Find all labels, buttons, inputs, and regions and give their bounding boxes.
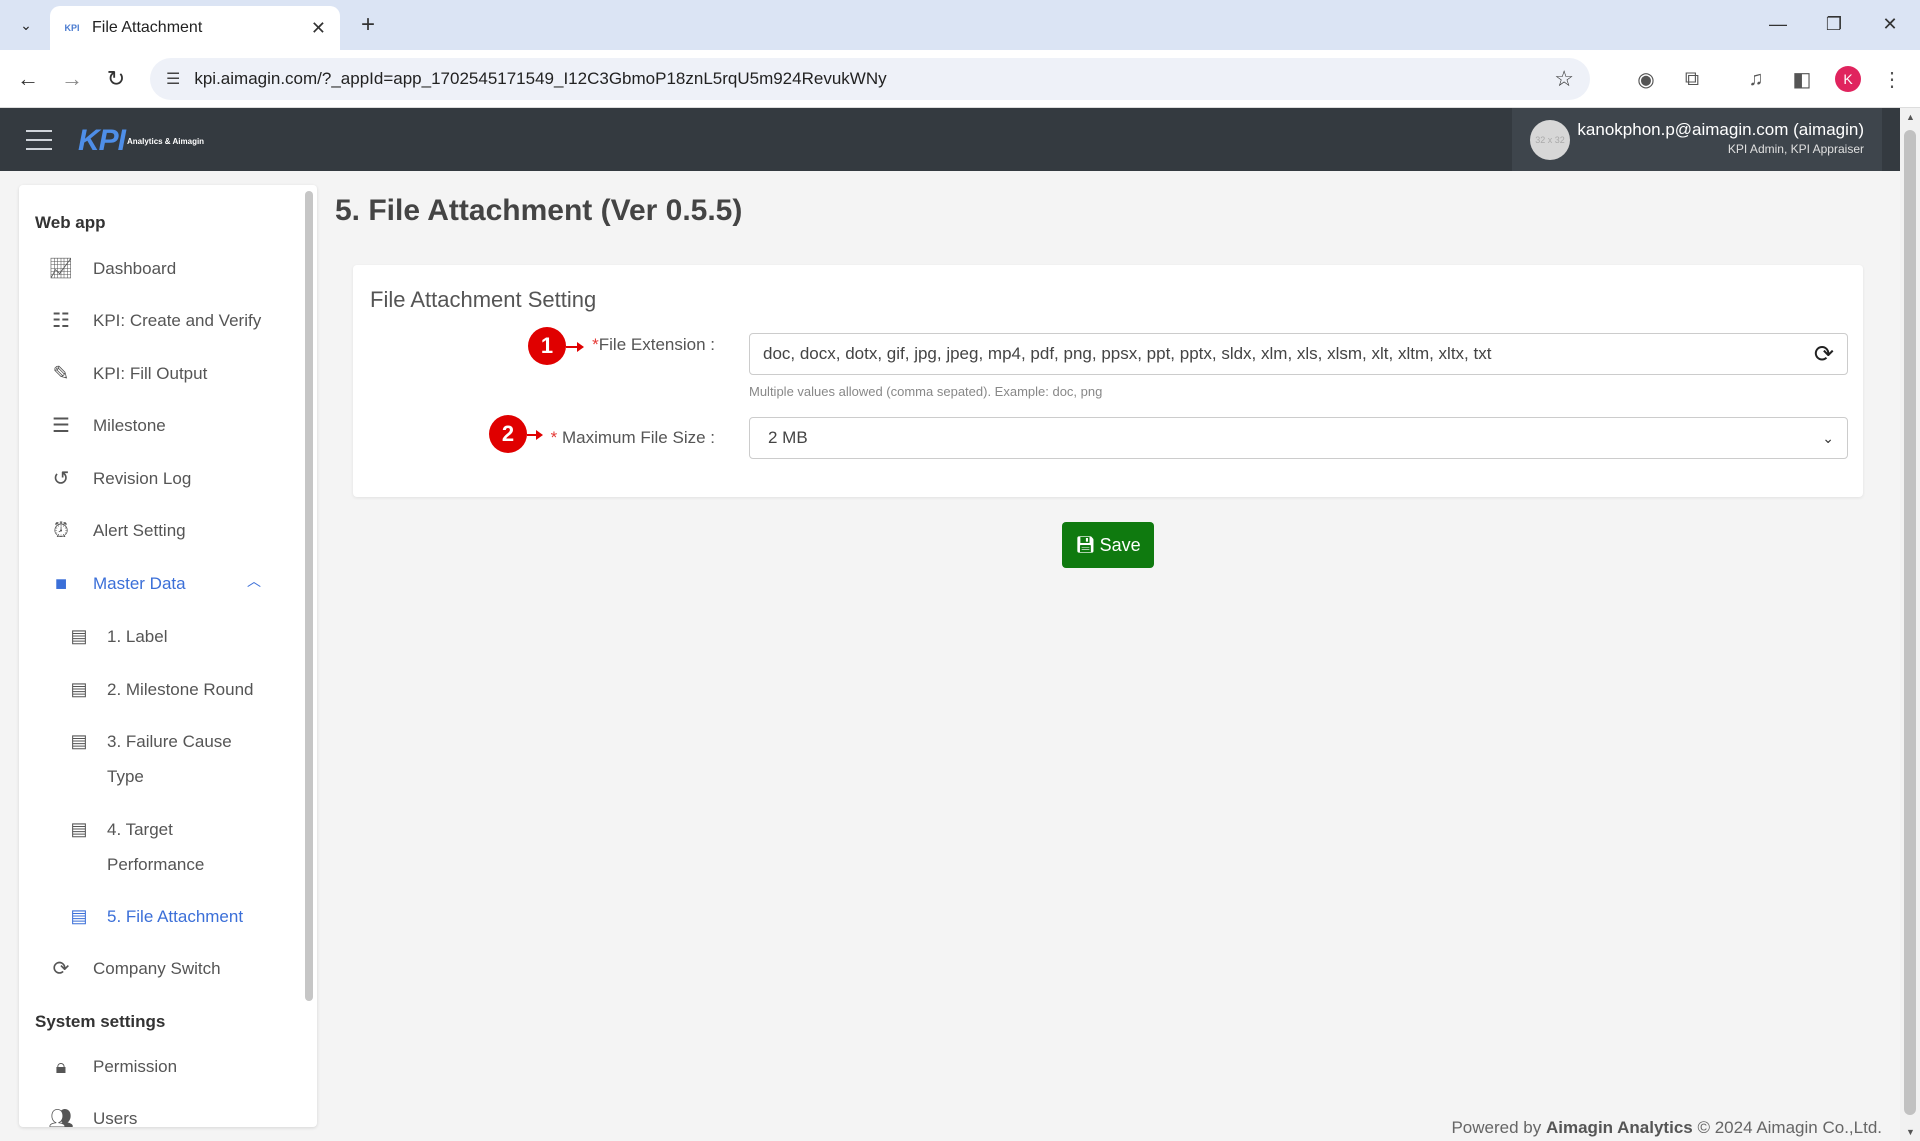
tab-title: File Attachment [92, 19, 203, 36]
avatar: 32 x 32 [1530, 119, 1570, 160]
url-text[interactable]: kpi.aimagin.com/?_appId=app_170254517154… [194, 69, 1554, 89]
file-icon: ▤ [70, 819, 88, 839]
footer: Powered by Aimagin Analytics © 2024 Aima… [1451, 1118, 1882, 1137]
sidebar-subitem-label[interactable]: ▤ 1. Label [19, 624, 299, 654]
user-roles: KPI Admin, KPI Appraiser [1727, 142, 1864, 156]
file-icon: ▤ [70, 731, 88, 751]
file-extension-input[interactable]: doc, docx, dotx, gif, jpg, jpeg, mp4, pd… [749, 333, 1848, 375]
annotation-badge-2: 2 [489, 415, 527, 453]
browser-toolbar: ← → ↻ ☰ kpi.aimagin.com/?_appId=app_1702… [0, 50, 1920, 108]
chart-line-icon: 📈︎ [48, 258, 74, 280]
forward-icon[interactable]: → [56, 63, 88, 95]
reset-icon[interactable]: ⟳ [1814, 340, 1834, 369]
sidebar-item-kpi-create[interactable]: ☷ KPI: Create and Verify [19, 309, 299, 333]
section-title-system: System settings [35, 1012, 166, 1031]
site-info-icon[interactable]: ☰ [166, 69, 180, 89]
scroll-down-icon[interactable]: ▼ [1906, 1127, 1915, 1137]
sidebar-item-dashboard[interactable]: 📈︎ Dashboard [19, 257, 299, 281]
browser-tabstrip: ⌄ KPI File Attachment ✕ + — ❐ ✕ [0, 0, 1920, 50]
restore-icon[interactable]: ❐ [1814, 8, 1854, 40]
card-title: File Attachment Setting [370, 287, 597, 312]
sidebar-subitem-target-performance[interactable]: ▤ 4. Target Performance [19, 817, 269, 882]
file-icon: ▤ [70, 679, 88, 699]
address-bar[interactable]: ☰ kpi.aimagin.com/?_appId=app_1702545171… [150, 58, 1590, 100]
user-menu[interactable]: 32 x 32 kanokphon.p@aimagin.com (aimagin… [1512, 108, 1882, 171]
reload-icon[interactable]: ↻ [100, 63, 132, 95]
media-icon[interactable]: ♫ [1740, 63, 1772, 95]
settings-card: File Attachment Setting 1 *File Extensio… [353, 265, 1863, 497]
file-icon: ▤ [70, 906, 88, 926]
browser-tab[interactable]: KPI File Attachment ✕ [50, 6, 340, 50]
annotation-arrow-2 [527, 430, 543, 440]
window-close-icon[interactable]: ✕ [1870, 8, 1910, 40]
sidebar-item-kpi-fill[interactable]: ✎ KPI: Fill Output [19, 362, 299, 386]
footer-brand-link[interactable]: Aimagin Analytics [1546, 1118, 1693, 1137]
file-extension-hint: Multiple values allowed (comma sepated).… [749, 384, 1103, 399]
page-scrollbar[interactable]: ▲ ▼ [1900, 108, 1920, 1141]
annotation-arrow-1 [566, 342, 584, 352]
scroll-up-icon[interactable]: ▲ [1906, 112, 1915, 122]
alarm-clock-icon: ⏰︎ [53, 520, 69, 542]
back-icon[interactable]: ← [12, 63, 44, 95]
section-title-webapp: Web app [35, 213, 106, 232]
sidebar-scrollbar[interactable] [305, 191, 313, 1001]
users-icon: 👥︎ [48, 1108, 74, 1127]
annotation-badge-1: 1 [528, 327, 566, 365]
sidebar-item-milestone[interactable]: ☰ Milestone [19, 414, 299, 438]
sidebar-subitem-file-attachment[interactable]: ▤ 5. File Attachment [19, 904, 299, 934]
side-panel-icon[interactable]: ◧ [1786, 63, 1818, 95]
new-tab-icon[interactable]: + [352, 10, 384, 40]
sync-icon: ⟳ [52, 958, 70, 980]
user-name: kanokphon.p@aimagin.com (aimagin) [1577, 120, 1864, 139]
sidebar-item-alert-setting[interactable]: ⏰︎ Alert Setting [19, 519, 299, 543]
history-icon: ↺ [52, 468, 70, 490]
sidebar-subitem-failure-cause[interactable]: ▤ 3. Failure Cause Type [19, 729, 269, 794]
lock-icon: 🔒︎ [55, 1056, 67, 1078]
chevron-up-icon[interactable]: ︿ [247, 571, 261, 591]
folder-icon: ■ [54, 573, 68, 595]
bookmark-star-icon[interactable]: ☆ [1554, 66, 1574, 92]
file-extension-label: *File Extension : [592, 335, 715, 354]
floppy-disk-icon: 💾︎ [1075, 537, 1096, 554]
chevron-down-icon: ⌄ [1822, 429, 1834, 446]
max-file-size-label: * Maximum File Size : [550, 428, 715, 447]
menu-dots-icon[interactable]: ⋮ [1876, 63, 1908, 95]
sidebar-item-revision-log[interactable]: ↺ Revision Log [19, 467, 299, 491]
extensions-icon[interactable]: ⧉ [1676, 63, 1708, 95]
close-tab-icon[interactable]: ✕ [311, 18, 326, 39]
app-logo[interactable]: KPI Analytics & Aimagin [78, 124, 204, 157]
list-tree-icon: ☰ [52, 415, 70, 437]
sidebar-subitem-milestone-round[interactable]: ▤ 2. Milestone Round [19, 677, 299, 707]
sidebar-item-company-switch[interactable]: ⟳ Company Switch [19, 957, 299, 981]
tab-search-icon[interactable]: ⌄ [10, 10, 42, 40]
sidebar-item-permission[interactable]: 🔒︎ Permission [19, 1055, 299, 1079]
scrollbar-thumb[interactable] [1904, 130, 1916, 1115]
minimize-icon[interactable]: — [1758, 8, 1798, 40]
sidebar-item-users[interactable]: 👥︎ Users [19, 1107, 299, 1127]
file-icon: ▤ [70, 626, 88, 646]
hamburger-menu-icon[interactable] [26, 130, 52, 150]
save-button[interactable]: 💾︎ Save [1062, 522, 1154, 568]
page-title: 5. File Attachment (Ver 0.5.5) [335, 194, 743, 227]
favicon-icon: KPI [64, 23, 80, 33]
sidebar: Web app 📈︎ Dashboard ☷ KPI: Create and V… [19, 185, 317, 1127]
camera-icon[interactable]: ◉ [1630, 63, 1662, 95]
checklist-icon: ☷ [52, 310, 70, 332]
app-header: KPI Analytics & Aimagin 32 x 32 kanokpho… [0, 108, 1900, 171]
max-file-size-select[interactable]: 2 MB ⌄ [749, 417, 1848, 459]
profile-avatar[interactable]: K [1835, 66, 1861, 92]
edit-icon: ✎ [52, 363, 70, 385]
